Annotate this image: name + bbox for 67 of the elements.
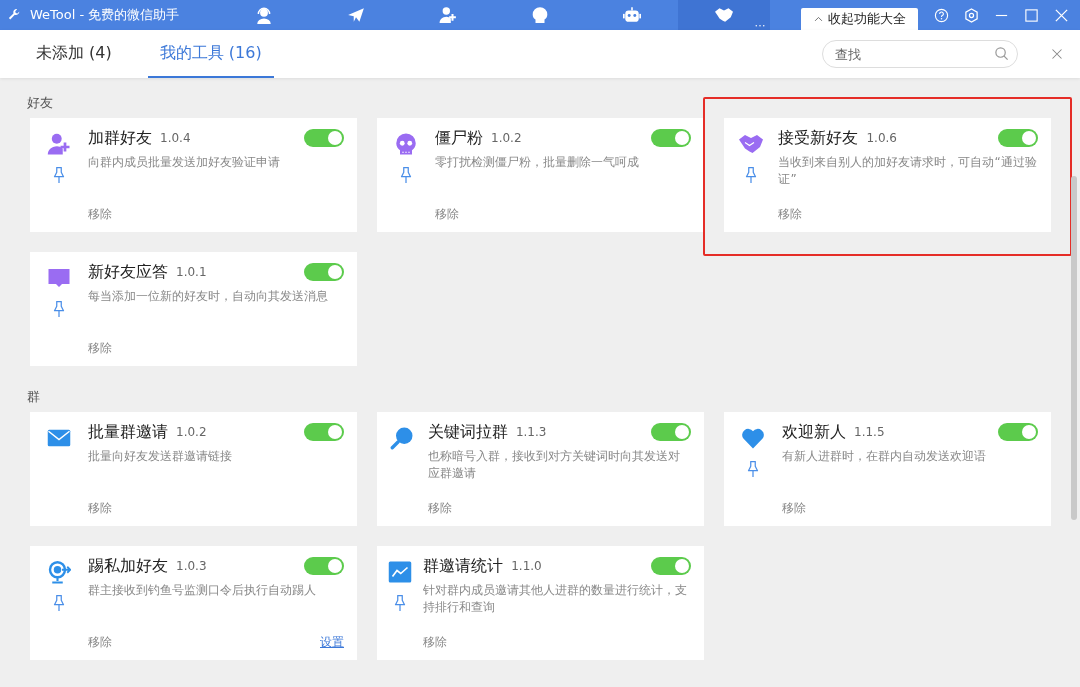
add-user-icon — [439, 6, 457, 24]
tool-name: 新好友应答 — [88, 261, 168, 283]
collapse-button[interactable]: 收起功能大全 — [801, 8, 918, 30]
tool-description: 有新人进群时，在群内自动发送欢迎语 — [782, 448, 987, 465]
magnifier-icon — [390, 426, 415, 450]
remove-link[interactable]: 移除 — [88, 205, 112, 223]
tool-name: 群邀请统计 — [423, 555, 504, 577]
add-user-icon — [47, 132, 71, 156]
tool-version: 1.1.0 — [511, 558, 542, 575]
tool-name: 欢迎新人 — [782, 421, 846, 443]
robot-icon — [623, 6, 641, 24]
toggle-switch[interactable] — [304, 263, 344, 281]
tool-description: 也称暗号入群，接收到对方关键词时向其发送对应群邀请 — [427, 448, 681, 482]
tool-description: 批量向好友发送群邀请链接 — [88, 448, 233, 465]
wrench-icon — [8, 8, 22, 22]
tool-name: 批量群邀请 — [88, 421, 168, 443]
tool-description: 针对群内成员邀请其他人进群的数量进行统计，支持排行和查询 — [423, 582, 689, 616]
toggle-switch[interactable] — [998, 129, 1038, 147]
remove-link[interactable]: 移除 — [423, 633, 448, 651]
tool-name: 接受新好友 — [778, 127, 859, 149]
tool-name: 关键词拉群 — [427, 421, 508, 443]
remove-link[interactable]: 移除 — [427, 499, 452, 517]
remove-link[interactable]: 移除 — [782, 499, 806, 517]
tool-description: 零打扰检测僵尸粉，批量删除一气呵成 — [435, 154, 640, 171]
tool-version: 1.1.3 — [515, 424, 547, 441]
toggle-switch[interactable] — [651, 129, 691, 147]
tool-name: 僵尸粉 — [435, 127, 483, 149]
remove-link[interactable]: 移除 — [88, 499, 112, 517]
remove-link[interactable]: 移除 — [778, 205, 803, 223]
tool-version: 1.0.2 — [491, 130, 522, 147]
nav-tab[interactable] — [678, 0, 770, 30]
tab[interactable]: 我的工具 (16) — [147, 30, 274, 78]
tool-version: 1.0.4 — [160, 130, 191, 147]
search-field[interactable]: 查找 — [822, 40, 1018, 68]
toggle-switch[interactable] — [651, 557, 691, 575]
search-icon[interactable] — [994, 46, 1009, 61]
tool-description: 向群内成员批量发送加好友验证申请 — [88, 154, 281, 171]
toggle-switch[interactable] — [998, 423, 1038, 441]
tab[interactable]: 未添加 (4) — [24, 30, 124, 78]
tool-version: 1.0.6 — [866, 130, 897, 147]
section-title: 群 — [26, 388, 41, 406]
paper-plane-icon — [347, 6, 365, 24]
tool-version: 1.0.2 — [176, 424, 207, 441]
tool-description: 群主接收到钓鱼号监测口令后执行自动踢人 — [88, 582, 317, 599]
scrollbar[interactable] — [1071, 176, 1077, 520]
remove-link[interactable]: 移除 — [435, 205, 459, 223]
tool-description: 每当添加一位新的好友时，自动向其发送消息 — [88, 288, 329, 305]
chat-bubble-icon — [47, 266, 71, 290]
toggle-switch[interactable] — [304, 557, 344, 575]
toggle-switch[interactable] — [651, 423, 691, 441]
support-agent-icon — [255, 6, 273, 24]
remove-link[interactable]: 移除 — [88, 633, 112, 651]
settings-link[interactable]: 设置 — [320, 633, 344, 651]
tool-name: 踢私加好友 — [88, 555, 168, 577]
tool-description: 当收到来自别人的加好友请求时，可自动“通过验证” — [778, 154, 1038, 188]
toggle-switch[interactable] — [304, 423, 344, 441]
section-title: 好友 — [26, 94, 54, 112]
tool-version: 1.0.3 — [176, 558, 207, 575]
tool-version: 1.1.5 — [854, 424, 885, 441]
heart-icon — [741, 426, 765, 450]
remove-link[interactable]: 移除 — [88, 339, 112, 357]
tool-version: 1.0.1 — [176, 264, 207, 281]
webcam-icon — [47, 560, 71, 584]
tool-name: 加群好友 — [88, 127, 152, 149]
window-title: WeTool - 免费的微信助手 — [30, 6, 180, 25]
toggle-switch[interactable] — [304, 129, 344, 147]
chart-icon — [388, 560, 413, 584]
